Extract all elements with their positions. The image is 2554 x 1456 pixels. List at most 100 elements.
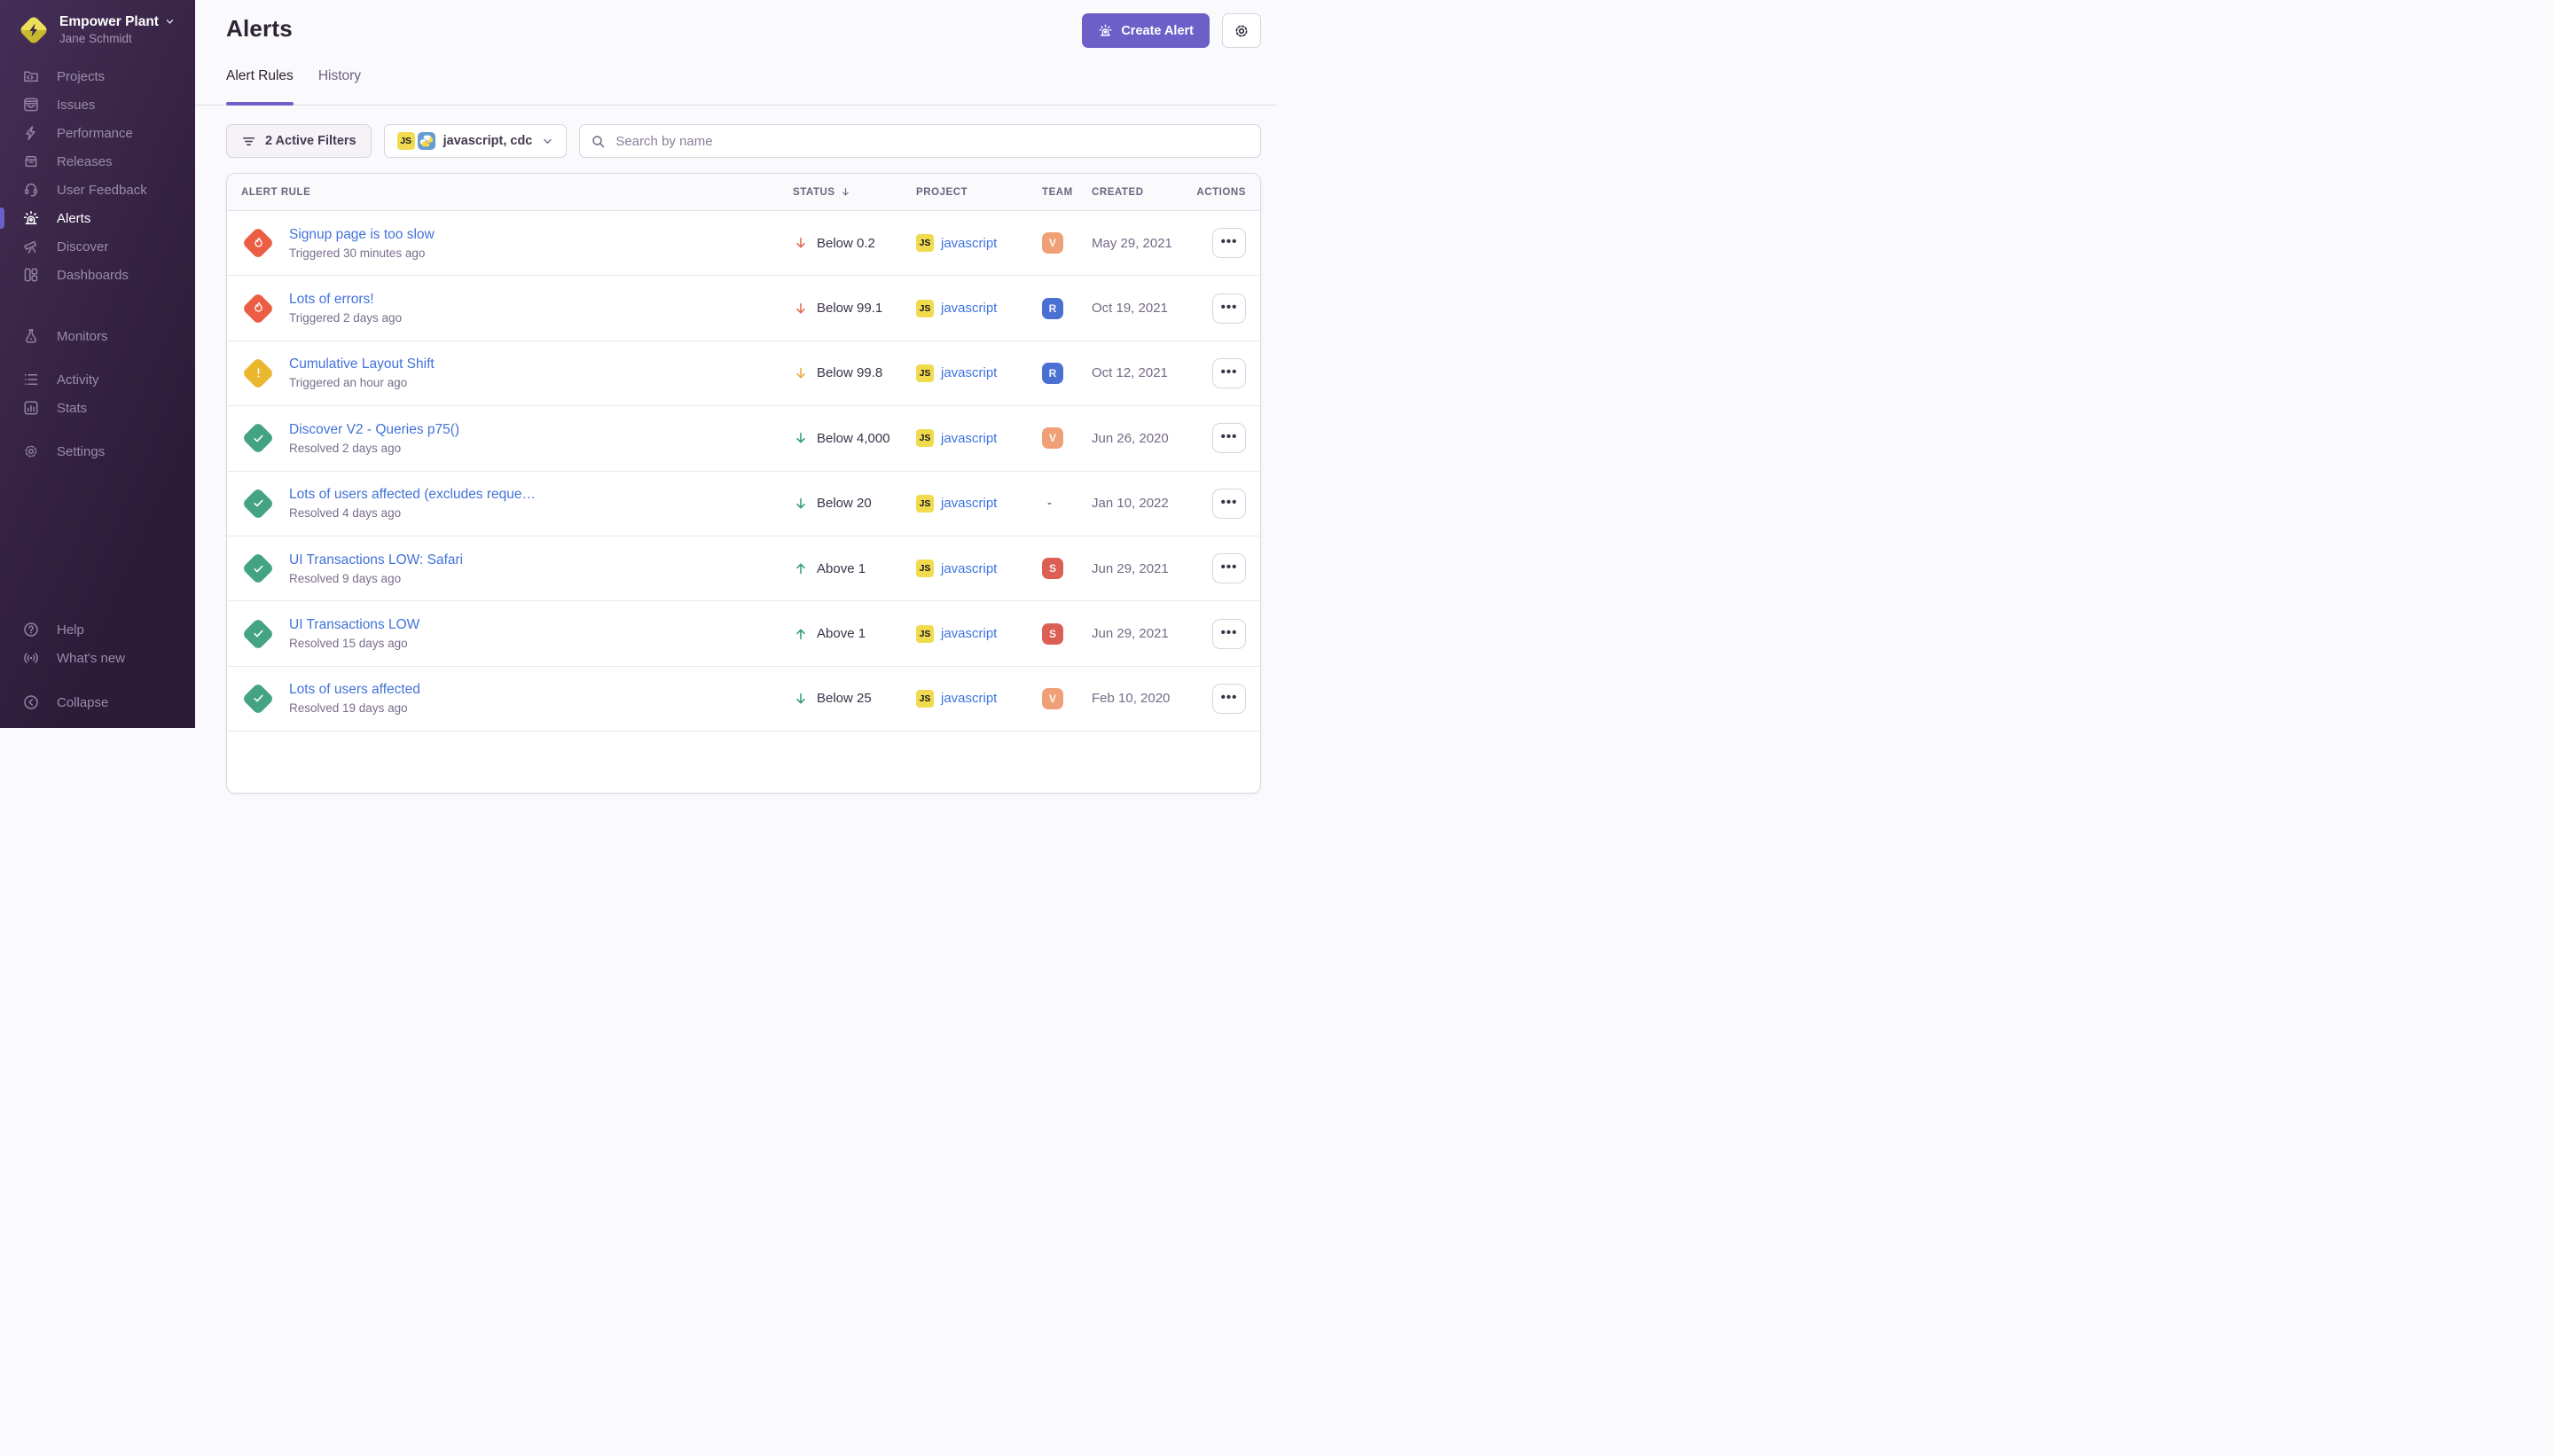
- table-row: Cumulative Layout Shift Triggered an hou…: [227, 341, 1260, 406]
- sidebar-item-help[interactable]: Help: [0, 615, 195, 644]
- app-root: Empower Plant Jane Schmidt Projects Issu…: [0, 0, 1277, 728]
- sidebar-footer: Help What's new Collapse: [0, 615, 195, 716]
- sidebar-item-label: User Feedback: [57, 183, 147, 198]
- project-link[interactable]: javascript: [941, 561, 997, 576]
- row-actions-menu-button[interactable]: •••: [1212, 294, 1246, 324]
- sidebar-item-issues[interactable]: Issues: [0, 90, 195, 119]
- alert-rule-title-link[interactable]: UI Transactions LOW: Safari: [289, 552, 463, 568]
- warning-diamond-icon: [241, 356, 275, 390]
- created-date: Oct 19, 2021: [1092, 301, 1209, 316]
- sidebar-item-what-s-new[interactable]: What's new: [0, 644, 195, 672]
- alert-rule-cell: UI Transactions LOW Resolved 15 days ago: [241, 617, 793, 651]
- sidebar-item-dashboards[interactable]: Dashboards: [0, 261, 195, 289]
- row-actions-menu-button[interactable]: •••: [1212, 358, 1246, 388]
- sidebar-item-performance[interactable]: Performance: [0, 119, 195, 147]
- sidebar-item-projects[interactable]: Projects: [0, 62, 195, 90]
- filter-icon: [241, 134, 256, 149]
- project-link[interactable]: javascript: [941, 496, 997, 511]
- sidebar-item-label: Help: [57, 622, 84, 638]
- tab-history[interactable]: History: [318, 68, 361, 93]
- column-header-status[interactable]: Status: [793, 186, 916, 198]
- sidebar-item-label: Performance: [57, 126, 133, 141]
- check-diamond-icon: [241, 682, 275, 716]
- sidebar-item-user-feedback[interactable]: User Feedback: [0, 176, 195, 204]
- alert-rule-cell: Signup page is too slow Triggered 30 min…: [241, 226, 793, 260]
- team-cell: -: [1042, 496, 1092, 512]
- team-cell: R: [1042, 298, 1092, 319]
- create-alert-button[interactable]: Create Alert: [1082, 13, 1210, 48]
- project-cell: JS javascript: [916, 625, 1042, 643]
- alert-rule-title-link[interactable]: UI Transactions LOW: [289, 617, 419, 633]
- table-row: UI Transactions LOW Resolved 15 days ago…: [227, 601, 1260, 666]
- alert-rule-title-link[interactable]: Lots of users affected: [289, 682, 420, 698]
- alert-rule-title-link[interactable]: Discover V2 - Queries p75(): [289, 422, 459, 438]
- javascript-icon: JS: [916, 560, 934, 577]
- sidebar-item-collapse[interactable]: Collapse: [0, 688, 195, 716]
- row-actions-menu-button[interactable]: •••: [1212, 228, 1246, 258]
- javascript-icon: JS: [916, 364, 934, 382]
- active-filters-button[interactable]: 2 Active Filters: [226, 124, 372, 158]
- sidebar-item-releases[interactable]: Releases: [0, 147, 195, 176]
- help-icon: [22, 621, 40, 638]
- team-cell: V: [1042, 232, 1092, 254]
- table-row: Lots of users affected Resolved 19 days …: [227, 667, 1260, 732]
- project-selector-dropdown[interactable]: JS javascript, cdc: [384, 124, 568, 158]
- alert-rule-title-link[interactable]: Lots of users affected (excludes reque…: [289, 487, 536, 503]
- row-actions-menu-button[interactable]: •••: [1212, 619, 1246, 649]
- collapse-icon: [22, 693, 40, 711]
- team-cell: R: [1042, 363, 1092, 384]
- sidebar-item-label: Releases: [57, 154, 113, 169]
- sidebar-item-activity[interactable]: Activity: [0, 365, 195, 394]
- alerts-settings-button[interactable]: [1222, 13, 1261, 48]
- row-actions-menu-button[interactable]: •••: [1212, 684, 1246, 714]
- project-link[interactable]: javascript: [941, 626, 997, 641]
- main-content: Alerts Create Alert Alert Rules History …: [195, 0, 1277, 728]
- alert-rule-title-link[interactable]: Lots of errors!: [289, 292, 402, 308]
- sidebar-item-label: What's new: [57, 651, 125, 666]
- arrow-up-icon: [793, 626, 809, 642]
- status-cell: Below 99.1: [793, 301, 916, 317]
- search-input[interactable]: [614, 133, 1250, 150]
- arrow-down-icon: [793, 301, 809, 317]
- project-link[interactable]: javascript: [941, 691, 997, 706]
- team-cell: V: [1042, 427, 1092, 449]
- releases-icon: [22, 153, 40, 170]
- created-date: Jan 10, 2022: [1092, 496, 1209, 511]
- team-cell: S: [1042, 558, 1092, 579]
- row-actions-menu-button[interactable]: •••: [1212, 489, 1246, 519]
- project-link[interactable]: javascript: [941, 365, 997, 380]
- team-avatar: V: [1042, 688, 1063, 709]
- project-cell: JS javascript: [916, 364, 1042, 382]
- project-link[interactable]: javascript: [941, 431, 997, 446]
- org-switcher[interactable]: Empower Plant Jane Schmidt: [0, 13, 195, 47]
- column-header-actions: Actions: [1209, 187, 1246, 198]
- sidebar-item-monitors[interactable]: Monitors: [0, 322, 195, 350]
- siren-icon: [1098, 23, 1113, 38]
- check-diamond-icon: [241, 421, 275, 455]
- sidebar-item-alerts[interactable]: Alerts: [0, 204, 195, 232]
- sidebar-item-stats[interactable]: Stats: [0, 394, 195, 422]
- team-avatar: R: [1042, 363, 1063, 384]
- team-avatar: V: [1042, 232, 1063, 254]
- sidebar-item-discover[interactable]: Discover: [0, 232, 195, 261]
- row-actions-menu-button[interactable]: •••: [1212, 553, 1246, 583]
- status-cell: Below 4,000: [793, 430, 916, 446]
- tab-alert-rules[interactable]: Alert Rules: [226, 68, 294, 93]
- alert-rule-subtitle: Resolved 4 days ago: [289, 506, 536, 520]
- settings-icon: [22, 442, 40, 460]
- alert-rule-title-link[interactable]: Signup page is too slow: [289, 227, 435, 243]
- status-cell: Below 99.8: [793, 365, 916, 381]
- status-value: Above 1: [817, 626, 866, 641]
- javascript-icon: JS: [916, 690, 934, 708]
- team-cell: S: [1042, 623, 1092, 645]
- project-link[interactable]: javascript: [941, 236, 997, 251]
- column-header-team: Team: [1042, 187, 1092, 198]
- project-link[interactable]: javascript: [941, 301, 997, 316]
- monitors-icon: [22, 327, 40, 345]
- sidebar-item-settings[interactable]: Settings: [0, 437, 195, 466]
- alert-rule-title-link[interactable]: Cumulative Layout Shift: [289, 356, 435, 372]
- row-actions-menu-button[interactable]: •••: [1212, 423, 1246, 453]
- table-body: Signup page is too slow Triggered 30 min…: [227, 211, 1260, 732]
- chevron-down-icon: [165, 17, 175, 27]
- sidebar-item-label: Settings: [57, 444, 105, 459]
